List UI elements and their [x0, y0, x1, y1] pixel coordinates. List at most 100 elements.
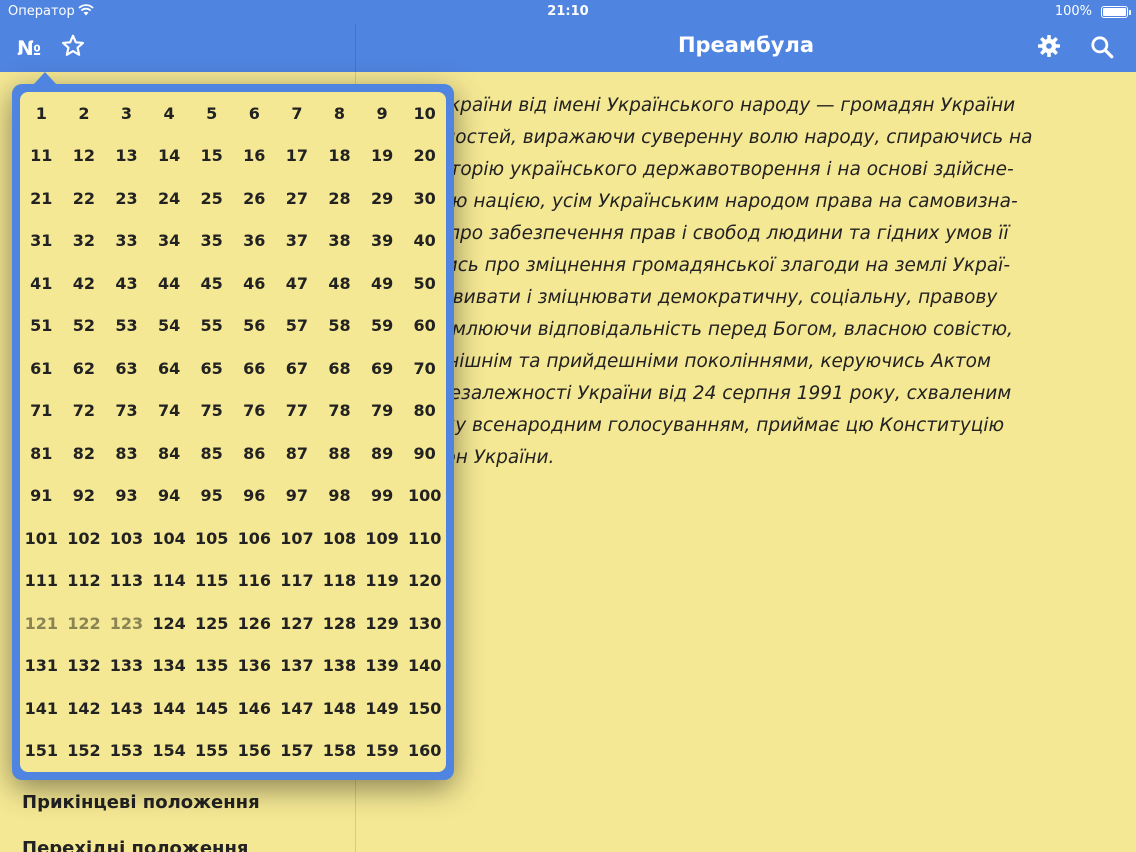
article-number-8[interactable]: 8 — [318, 92, 361, 135]
article-number-48[interactable]: 48 — [318, 262, 361, 305]
article-number-112[interactable]: 112 — [63, 560, 106, 603]
article-number-73[interactable]: 73 — [105, 390, 148, 433]
article-number-24[interactable]: 24 — [148, 177, 191, 220]
article-number-60[interactable]: 60 — [403, 305, 446, 348]
article-number-33[interactable]: 33 — [105, 220, 148, 263]
article-number-101[interactable]: 101 — [20, 517, 63, 560]
article-number-button[interactable]: № — [17, 36, 41, 60]
article-number-38[interactable]: 38 — [318, 220, 361, 263]
article-number-88[interactable]: 88 — [318, 432, 361, 475]
article-number-76[interactable]: 76 — [233, 390, 276, 433]
article-number-31[interactable]: 31 — [20, 220, 63, 263]
article-number-21[interactable]: 21 — [20, 177, 63, 220]
article-number-54[interactable]: 54 — [148, 305, 191, 348]
article-number-120[interactable]: 120 — [403, 560, 446, 603]
article-number-154[interactable]: 154 — [148, 730, 191, 773]
article-number-116[interactable]: 116 — [233, 560, 276, 603]
article-number-144[interactable]: 144 — [148, 687, 191, 730]
article-number-155[interactable]: 155 — [190, 730, 233, 773]
article-number-19[interactable]: 19 — [361, 135, 404, 178]
article-number-77[interactable]: 77 — [276, 390, 319, 433]
article-number-129[interactable]: 129 — [361, 602, 404, 645]
article-number-22[interactable]: 22 — [63, 177, 106, 220]
article-number-85[interactable]: 85 — [190, 432, 233, 475]
article-number-63[interactable]: 63 — [105, 347, 148, 390]
article-number-89[interactable]: 89 — [361, 432, 404, 475]
article-number-71[interactable]: 71 — [20, 390, 63, 433]
article-number-139[interactable]: 139 — [361, 645, 404, 688]
article-number-61[interactable]: 61 — [20, 347, 63, 390]
sidebar-item-final-provisions[interactable]: Прикінцеві положення — [22, 792, 260, 813]
article-number-110[interactable]: 110 — [403, 517, 446, 560]
article-number-49[interactable]: 49 — [361, 262, 404, 305]
article-number-65[interactable]: 65 — [190, 347, 233, 390]
article-number-13[interactable]: 13 — [105, 135, 148, 178]
article-number-117[interactable]: 117 — [276, 560, 319, 603]
article-number-127[interactable]: 127 — [276, 602, 319, 645]
article-number-132[interactable]: 132 — [63, 645, 106, 688]
article-number-20[interactable]: 20 — [403, 135, 446, 178]
article-number-53[interactable]: 53 — [105, 305, 148, 348]
article-number-111[interactable]: 111 — [20, 560, 63, 603]
article-number-133[interactable]: 133 — [105, 645, 148, 688]
article-number-118[interactable]: 118 — [318, 560, 361, 603]
article-number-160[interactable]: 160 — [403, 730, 446, 773]
article-number-100[interactable]: 100 — [403, 475, 446, 518]
article-number-81[interactable]: 81 — [20, 432, 63, 475]
article-number-95[interactable]: 95 — [190, 475, 233, 518]
article-number-96[interactable]: 96 — [233, 475, 276, 518]
article-number-44[interactable]: 44 — [148, 262, 191, 305]
article-number-151[interactable]: 151 — [20, 730, 63, 773]
article-number-156[interactable]: 156 — [233, 730, 276, 773]
article-number-66[interactable]: 66 — [233, 347, 276, 390]
article-number-113[interactable]: 113 — [105, 560, 148, 603]
article-number-75[interactable]: 75 — [190, 390, 233, 433]
star-outline-icon[interactable] — [60, 33, 86, 59]
search-icon[interactable] — [1089, 34, 1115, 60]
article-number-43[interactable]: 43 — [105, 262, 148, 305]
article-number-142[interactable]: 142 — [63, 687, 106, 730]
article-number-4[interactable]: 4 — [148, 92, 191, 135]
article-number-84[interactable]: 84 — [148, 432, 191, 475]
article-number-119[interactable]: 119 — [361, 560, 404, 603]
article-number-56[interactable]: 56 — [233, 305, 276, 348]
article-number-105[interactable]: 105 — [190, 517, 233, 560]
article-number-82[interactable]: 82 — [63, 432, 106, 475]
article-number-2[interactable]: 2 — [63, 92, 106, 135]
article-number-5[interactable]: 5 — [190, 92, 233, 135]
article-number-106[interactable]: 106 — [233, 517, 276, 560]
article-number-70[interactable]: 70 — [403, 347, 446, 390]
article-number-10[interactable]: 10 — [403, 92, 446, 135]
article-number-152[interactable]: 152 — [63, 730, 106, 773]
sidebar-item-transitional-provisions[interactable]: Перехідні положення — [22, 838, 248, 852]
article-number-9[interactable]: 9 — [361, 92, 404, 135]
article-number-74[interactable]: 74 — [148, 390, 191, 433]
article-number-15[interactable]: 15 — [190, 135, 233, 178]
article-number-37[interactable]: 37 — [276, 220, 319, 263]
article-number-80[interactable]: 80 — [403, 390, 446, 433]
article-number-126[interactable]: 126 — [233, 602, 276, 645]
article-number-35[interactable]: 35 — [190, 220, 233, 263]
article-number-136[interactable]: 136 — [233, 645, 276, 688]
article-number-50[interactable]: 50 — [403, 262, 446, 305]
article-number-94[interactable]: 94 — [148, 475, 191, 518]
article-number-104[interactable]: 104 — [148, 517, 191, 560]
article-number-23[interactable]: 23 — [105, 177, 148, 220]
article-number-83[interactable]: 83 — [105, 432, 148, 475]
article-number-26[interactable]: 26 — [233, 177, 276, 220]
article-number-67[interactable]: 67 — [276, 347, 319, 390]
article-number-141[interactable]: 141 — [20, 687, 63, 730]
article-number-40[interactable]: 40 — [403, 220, 446, 263]
article-number-91[interactable]: 91 — [20, 475, 63, 518]
article-number-107[interactable]: 107 — [276, 517, 319, 560]
article-number-34[interactable]: 34 — [148, 220, 191, 263]
gear-icon[interactable] — [1037, 34, 1061, 58]
article-number-58[interactable]: 58 — [318, 305, 361, 348]
article-number-103[interactable]: 103 — [105, 517, 148, 560]
article-number-98[interactable]: 98 — [318, 475, 361, 518]
article-number-124[interactable]: 124 — [148, 602, 191, 645]
article-number-25[interactable]: 25 — [190, 177, 233, 220]
article-number-134[interactable]: 134 — [148, 645, 191, 688]
article-number-45[interactable]: 45 — [190, 262, 233, 305]
article-number-145[interactable]: 145 — [190, 687, 233, 730]
